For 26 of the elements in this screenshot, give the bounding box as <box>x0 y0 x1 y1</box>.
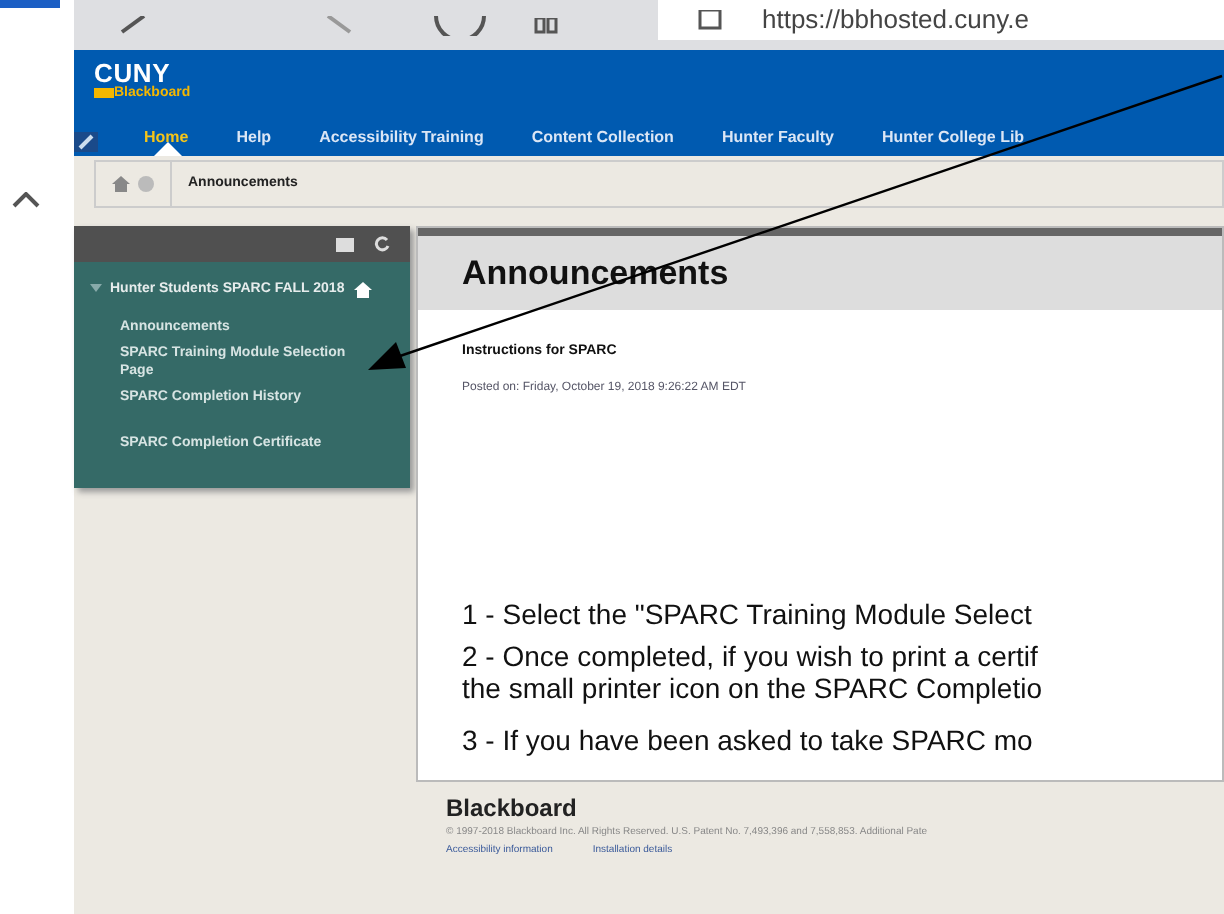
instruction-text: the small printer icon on the SPARC Completio <box>462 671 1044 703</box>
nav-tab[interactable]: Hunter Faculty <box>721 128 834 146</box>
instruction-text: 2 - Once completed, if you wish to print a certif <box>462 639 1040 671</box>
home-icon[interactable] <box>112 176 130 192</box>
nav-tab[interactable]: Home <box>144 128 189 146</box>
address-text: https://bbhosted.cuny.e <box>762 2 1029 39</box>
back-icon[interactable] <box>118 15 146 35</box>
nav-tab[interactable]: Accessibility Training <box>319 128 484 146</box>
folder-icon[interactable] <box>336 237 354 251</box>
instruction-text: 3 - If you have been asked to take SPARC mo <box>462 723 1035 755</box>
nav-tab[interactable]: Help <box>236 128 272 146</box>
page-icon <box>698 10 722 30</box>
tabs-icon[interactable] <box>534 17 558 33</box>
logo-mark-icon <box>94 88 114 98</box>
chevron-up-icon[interactable] <box>12 192 40 208</box>
pin-icon[interactable] <box>74 132 98 152</box>
home-icon[interactable] <box>354 282 372 298</box>
instruction-text: 1 - Select the "SPARC Training Module Select <box>462 597 1034 629</box>
expand-caret-icon[interactable] <box>90 284 102 292</box>
logo-text: CUNY <box>94 60 171 86</box>
refresh-icon[interactable] <box>434 15 486 35</box>
nav-tab[interactable]: Content Collection <box>531 128 674 146</box>
pointer-icon <box>154 142 182 156</box>
nav-tab[interactable]: Hunter College Lib <box>881 128 1025 146</box>
footer-brand: Blackboard <box>446 792 579 826</box>
address-bar[interactable]: https://bbhosted.cuny.e <box>658 0 1224 40</box>
